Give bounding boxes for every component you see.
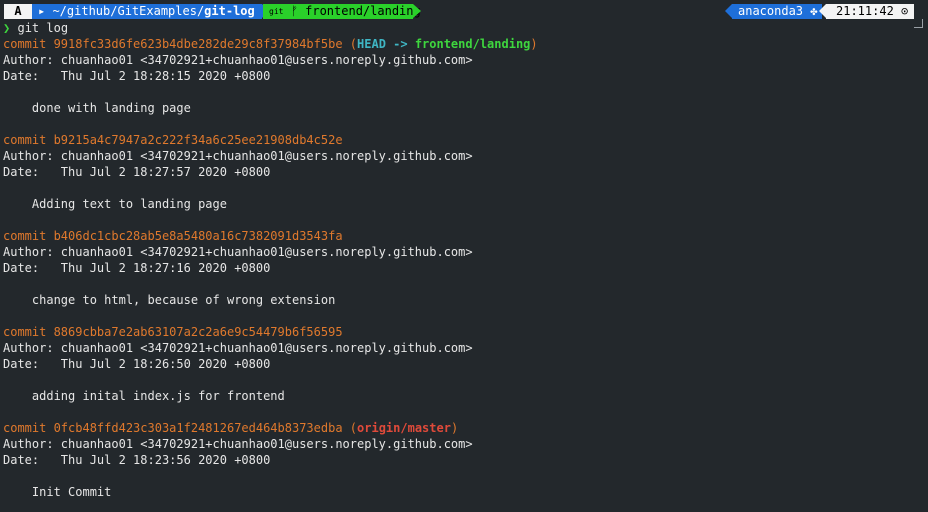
commit-date: Date: Thu Jul 2 18:23:56 2020 +0800 [3, 453, 271, 467]
refs-open: ( [342, 421, 358, 435]
branch-icon: ᚠ [290, 4, 298, 18]
commit-author: Author: chuanhao01 <34702921+chuanhao01@… [3, 53, 473, 67]
commit-hash: commit 8869cbba7e2ab63107a2c2a6e9c54479b… [3, 325, 343, 339]
clock-time: 21:11:42 [836, 4, 894, 18]
commit-date: Date: Thu Jul 2 18:28:15 2020 +0800 [3, 69, 271, 83]
git-label: git [269, 7, 284, 16]
terminal-output[interactable]: ❯ git log commit 9918fc33d6fe623b4dbe282… [3, 20, 923, 500]
commit-date: Date: Thu Jul 2 18:27:57 2020 +0800 [3, 165, 271, 179]
commit-hash: commit b9215a4c7947a2c222f34a6c25ee21908… [3, 133, 343, 147]
branch-name: frontend/landing [305, 4, 421, 18]
origin-ref: origin/master [357, 421, 451, 435]
commit-message: Init Commit [3, 485, 112, 499]
command-line: ❯ git log [3, 20, 923, 36]
dir-prefix: ~/github/GitExamples/ [52, 4, 205, 18]
segment-arrow [819, 4, 826, 18]
branch-ref: frontend/landing [414, 37, 531, 51]
os-icon: A [14, 4, 22, 18]
refs-close: ) [530, 37, 538, 51]
python-icon: ✤ [810, 4, 818, 18]
env-segment: anaconda3 ✤ [725, 4, 822, 19]
powerline-prompt: A ▸ ~/github/GitExamples/git-log git ᚠ f… [0, 4, 928, 19]
commit-author: Author: chuanhao01 <34702921+chuanhao01@… [3, 245, 473, 259]
refs-open: ( [342, 37, 358, 51]
time-segment: 21:11:42 ⊙ [819, 4, 914, 19]
commit-date: Date: Thu Jul 2 18:27:16 2020 +0800 [3, 261, 271, 275]
commit-hash: commit 9918fc33d6fe623b4dbe282de29c8f379… [3, 37, 343, 51]
commit-date: Date: Thu Jul 2 18:26:50 2020 +0800 [3, 357, 271, 371]
folder-icon: ▸ [38, 4, 53, 18]
os-segment: A [4, 4, 32, 19]
directory-segment: ▸ ~/github/GitExamples/git-log [32, 4, 269, 19]
commit-author: Author: chuanhao01 <34702921+chuanhao01@… [3, 149, 473, 163]
commit-message: adding inital index.js for frontend [3, 389, 285, 403]
git-segment: git ᚠ frontend/landing [263, 4, 421, 19]
commit-author: Author: chuanhao01 <34702921+chuanhao01@… [3, 437, 473, 451]
commit-hash-line: commit 9918fc33d6fe623b4dbe282de29c8f379… [3, 36, 923, 52]
commit-message: done with landing page [3, 101, 191, 115]
segment-arrow [725, 4, 732, 18]
head-ref: HEAD -> [357, 37, 415, 51]
prompt-chevron: ❯ [3, 21, 11, 35]
dir-current: git-log [204, 4, 255, 18]
env-name: anaconda3 [738, 4, 804, 18]
commit-hash-line: commit 0fcb48ffd423c303a1f2481267ed464b8… [3, 420, 923, 436]
commit-hash: commit b406dc1cbc28ab5e8a5480a16c7382091… [3, 229, 343, 243]
commit-hash: commit 0fcb48ffd423c303a1f2481267ed464b8… [3, 421, 343, 435]
commit-author: Author: chuanhao01 <34702921+chuanhao01@… [3, 341, 473, 355]
clock-icon: ⊙ [901, 4, 909, 18]
command-text: git log [17, 21, 69, 35]
commit-message: Adding text to landing page [3, 197, 227, 211]
refs-close: ) [450, 421, 459, 435]
segment-arrow [413, 4, 421, 18]
commit-message: change to html, because of wrong extensi… [3, 293, 336, 307]
